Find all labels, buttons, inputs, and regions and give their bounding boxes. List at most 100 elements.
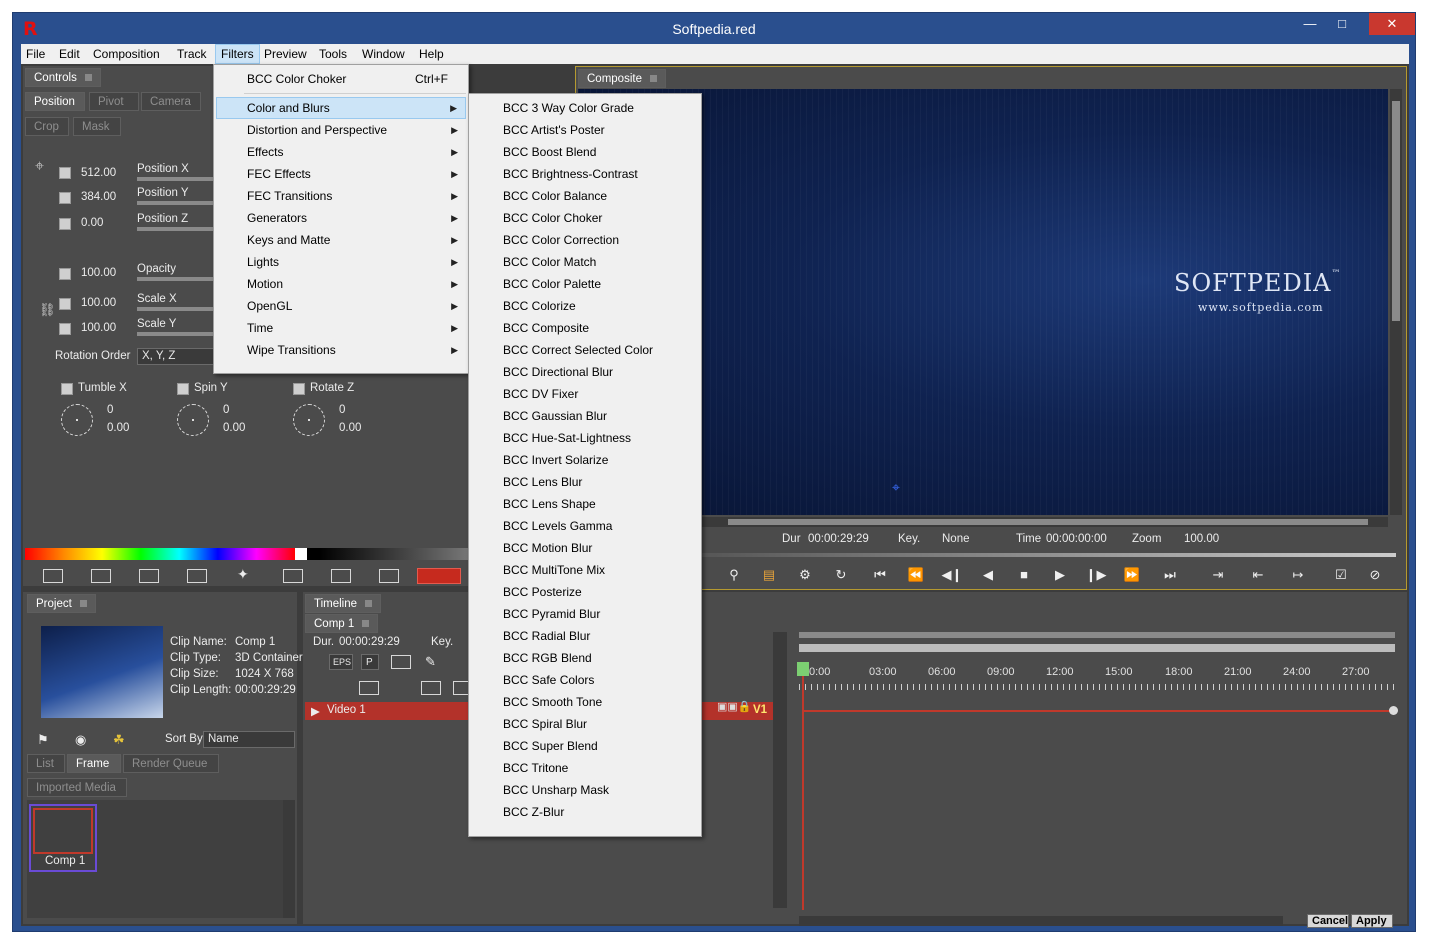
submenu-item[interactable]: BCC Z-Blur [471, 801, 699, 823]
submenu-item[interactable]: BCC DV Fixer [471, 383, 699, 405]
submenu-item[interactable]: BCC Color Correction [471, 229, 699, 251]
menu-item-opengl[interactable]: OpenGL ▶ [216, 295, 466, 317]
black-swatch[interactable] [307, 548, 319, 560]
submenu-item[interactable]: BCC Color Choker [471, 207, 699, 229]
param-checkbox[interactable] [59, 192, 71, 204]
scope-icon[interactable] [421, 681, 441, 695]
sort-by-select[interactable]: Name [203, 731, 295, 748]
menu-composition[interactable]: Composition [88, 44, 165, 64]
submenu-item[interactable]: BCC Motion Blur [471, 537, 699, 559]
submenu-item[interactable]: BCC Tritone [471, 757, 699, 779]
position-y-slider[interactable] [137, 201, 213, 205]
submenu-item[interactable]: BCC Color Balance [471, 185, 699, 207]
pen-tool-icon[interactable]: ✦ [237, 566, 249, 583]
menu-item-keys-and-matte[interactable]: Keys and Matte ▶ [216, 229, 466, 251]
menu-item-lights[interactable]: Lights ▶ [216, 251, 466, 273]
film-icon[interactable] [391, 655, 411, 669]
param-checkbox[interactable] [59, 167, 71, 179]
param-checkbox[interactable] [59, 218, 71, 230]
pen-icon[interactable]: ✎ [425, 654, 436, 670]
menu-item-wipe-transitions[interactable]: Wipe Transitions ▶ [216, 339, 466, 361]
bars-icon[interactable] [359, 681, 379, 695]
link-icon[interactable]: ⛓ [39, 302, 56, 318]
crop-tool-icon[interactable] [283, 569, 303, 583]
tab-pivot[interactable]: Pivot [89, 92, 139, 111]
track-monitor-icon[interactable]: ▣▣🔒 [717, 700, 751, 713]
tab-camera[interactable]: Camera [141, 92, 201, 111]
mark-in-icon[interactable]: ⇥ [1207, 567, 1229, 583]
stop-icon[interactable]: ■ [1013, 567, 1035, 582]
menu-item-fec-effects[interactable]: FEC Effects ▶ [216, 163, 466, 185]
param-value[interactable]: 512.00 [81, 167, 116, 179]
submenu-item[interactable]: BCC Color Palette [471, 273, 699, 295]
media-vscroll[interactable] [283, 800, 295, 918]
timeline-ruler[interactable]: 0:00 03:00 06:00 09:00 12:00 15:00 18:00… [799, 654, 1395, 698]
tab-imported-media[interactable]: Imported Media [27, 778, 127, 797]
opacity-slider[interactable] [137, 277, 213, 281]
submenu-item[interactable]: BCC RGB Blend [471, 647, 699, 669]
menu-item-time[interactable]: Time ▶ [216, 317, 466, 339]
menu-item-color-and-blurs[interactable]: Color and Blurs ▶ [216, 97, 466, 119]
clip-thumbnail[interactable] [41, 626, 163, 718]
film-tool-icon[interactable] [379, 569, 399, 583]
preview-hscroll-thumb[interactable] [728, 519, 1368, 525]
work-area-bar[interactable] [799, 632, 1395, 638]
media-item[interactable]: Comp 1 [29, 804, 97, 872]
rotation-value[interactable]: 0 [223, 404, 229, 416]
crosshair-icon[interactable]: ⌖ [892, 479, 900, 496]
tab-controls[interactable]: Controls [25, 68, 101, 87]
menu-filters[interactable]: Filters [215, 44, 260, 64]
zoom-icon[interactable]: ⚲ [723, 567, 745, 583]
step-back-icon[interactable]: ⏪ [905, 567, 927, 583]
submenu-item[interactable]: BCC Lens Shape [471, 493, 699, 515]
go-start-icon[interactable]: ⏮ [869, 567, 891, 583]
color-spectrum[interactable] [25, 548, 295, 560]
p-button[interactable]: P [361, 654, 379, 670]
tab-render-queue[interactable]: Render Queue [123, 754, 219, 773]
menu-edit[interactable]: Edit [54, 44, 85, 64]
submenu-item[interactable]: BCC Super Blend [471, 735, 699, 757]
playback-scrubber[interactable] [696, 553, 1396, 557]
submenu-item[interactable]: BCC Levels Gamma [471, 515, 699, 537]
rect-tool-icon[interactable] [139, 569, 159, 583]
rotation-value[interactable]: 0.00 [107, 422, 129, 434]
menu-item-bcc-color-choker[interactable]: BCC Color Choker Ctrl+F [216, 68, 466, 90]
rotation-checkbox[interactable] [293, 383, 305, 395]
tab-frame[interactable]: Frame [67, 754, 121, 773]
menu-item-generators[interactable]: Generators ▶ [216, 207, 466, 229]
settings-icon[interactable]: ⚙ [794, 567, 816, 583]
cancel-render-icon[interactable]: ⊘ [1364, 567, 1386, 583]
import-icon[interactable]: ⚑ [37, 732, 49, 748]
playhead-icon[interactable] [797, 662, 809, 676]
submenu-item[interactable]: BCC Smooth Tone [471, 691, 699, 713]
step-forward-icon[interactable]: ⏩ [1121, 567, 1143, 583]
submenu-item[interactable]: BCC Safe Colors [471, 669, 699, 691]
rotation-checkbox[interactable] [177, 383, 189, 395]
menu-tools[interactable]: Tools [314, 44, 352, 64]
rotate-dial[interactable] [293, 404, 325, 436]
play-reverse-icon[interactable]: ◀ [977, 567, 999, 583]
preview-vscroll-thumb[interactable] [1392, 101, 1400, 321]
eps-button[interactable]: EPS [329, 654, 353, 670]
go-end-icon[interactable]: ⏭ [1159, 567, 1181, 583]
menu-item-distortion[interactable]: Distortion and Perspective ▶ [216, 119, 466, 141]
rotation-value[interactable]: 0 [107, 404, 113, 416]
frame-tool-icon[interactable] [91, 569, 111, 583]
spin-dial[interactable] [177, 404, 209, 436]
rotation-checkbox[interactable] [61, 383, 73, 395]
submenu-item[interactable]: BCC Colorize [471, 295, 699, 317]
submenu-item[interactable]: BCC Invert Solarize [471, 449, 699, 471]
close-icon[interactable]: ✕ [1369, 13, 1415, 35]
param-checkbox[interactable] [59, 323, 71, 335]
menu-item-fec-transitions[interactable]: FEC Transitions ▶ [216, 185, 466, 207]
tab-mask[interactable]: Mask [73, 117, 121, 136]
tumble-dial[interactable] [61, 404, 93, 436]
timeline-hscroll[interactable] [799, 916, 1283, 926]
jump-icon[interactable]: ↦ [1287, 567, 1309, 583]
submenu-item[interactable]: BCC Brightness-Contrast [471, 163, 699, 185]
submenu-item[interactable]: BCC Hue-Sat-Lightness [471, 427, 699, 449]
white-swatch[interactable] [295, 548, 307, 560]
tab-crop[interactable]: Crop [25, 117, 69, 136]
apply-button[interactable]: Apply [1351, 914, 1393, 928]
scale-y-slider[interactable] [137, 332, 213, 336]
